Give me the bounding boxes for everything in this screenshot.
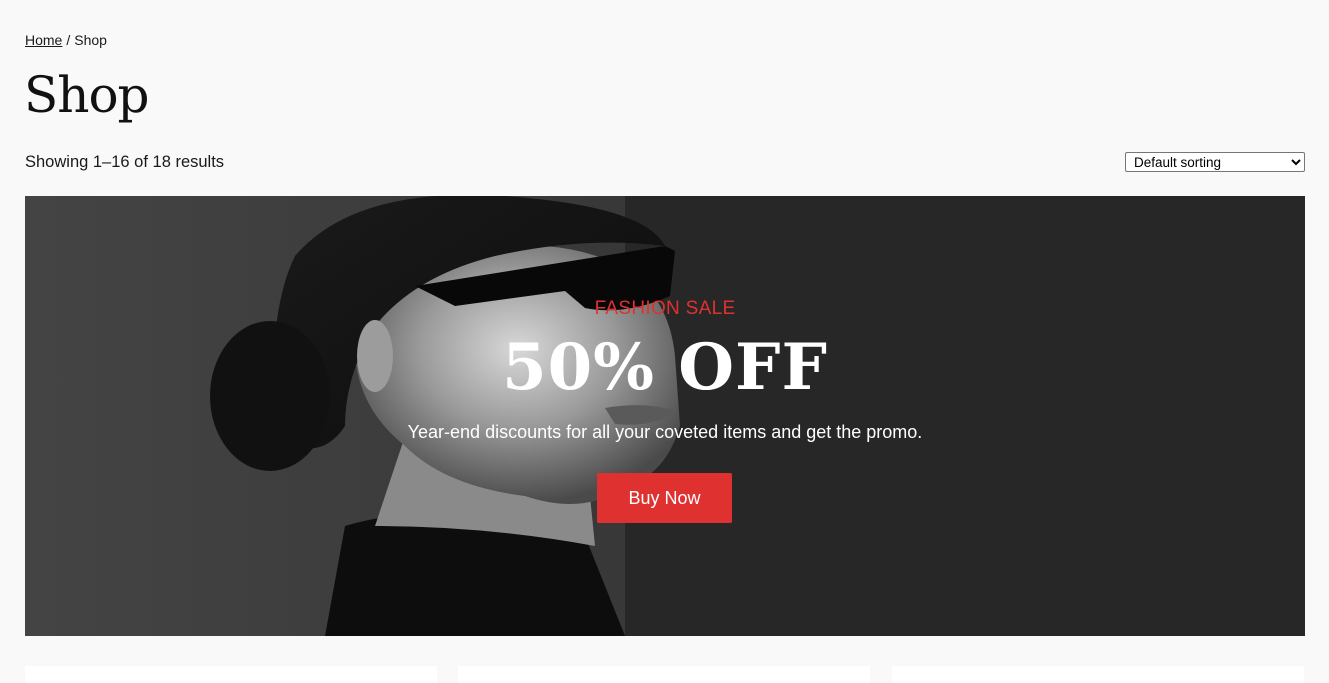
buy-now-button[interactable]: Buy Now bbox=[597, 473, 732, 523]
breadcrumb-home-link[interactable]: Home bbox=[25, 32, 62, 48]
hero-content: FASHION SALE 50% OFF Year-end discounts … bbox=[25, 196, 1305, 636]
product-card[interactable] bbox=[892, 666, 1304, 683]
page-title: Shop bbox=[24, 66, 150, 124]
sort-select[interactable]: Default sorting bbox=[1125, 152, 1305, 172]
hero-heading: 50% OFF bbox=[502, 330, 828, 405]
product-card[interactable] bbox=[458, 666, 870, 683]
hero-eyebrow: FASHION SALE bbox=[594, 298, 736, 319]
result-count: Showing 1–16 of 18 results bbox=[25, 153, 225, 171]
breadcrumb-current: Shop bbox=[74, 32, 107, 48]
hero-banner: FASHION SALE 50% OFF Year-end discounts … bbox=[25, 196, 1305, 636]
hero-subtitle: Year-end discounts for all your coveted … bbox=[407, 422, 923, 442]
product-card[interactable] bbox=[25, 666, 437, 683]
breadcrumb-separator: / bbox=[66, 32, 71, 48]
breadcrumb: Home / Shop bbox=[25, 32, 107, 48]
